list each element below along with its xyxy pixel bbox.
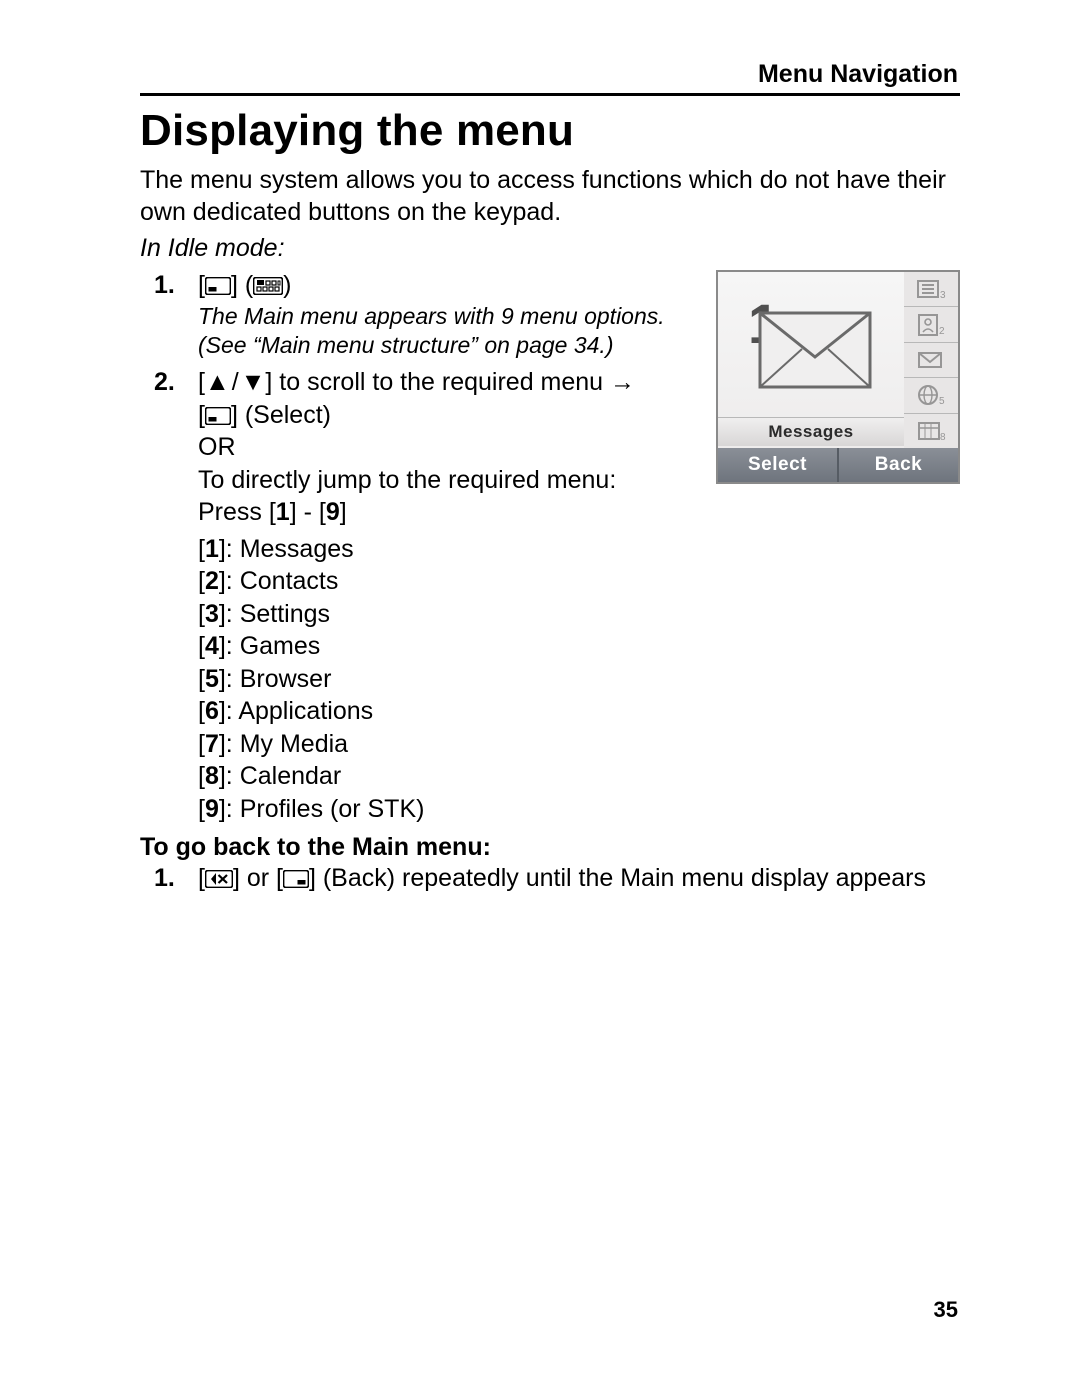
phone-thumb-calendar-icon: 8 bbox=[904, 414, 958, 448]
go-back-heading: To go back to the Main menu: bbox=[140, 833, 960, 862]
section-label: Menu Navigation bbox=[140, 60, 960, 89]
step-list-back: [ ] or [ ] (Back) repeatedly until the M… bbox=[140, 862, 960, 895]
go-back-step-1: [ ] or [ ] (Back) repeatedly until the M… bbox=[140, 862, 960, 895]
step-2-scroll-tail: ] to scroll to the required menu bbox=[265, 368, 610, 396]
step-2-press-range: Press [1] - [9] bbox=[198, 496, 758, 529]
phone-screenshot: 1 Messages 3 2 bbox=[716, 270, 960, 484]
step-2-scroll: [▲/▼] to scroll to the required menu → bbox=[198, 366, 758, 399]
menu-item-7: [7]: My Media bbox=[198, 728, 758, 761]
page-title: Displaying the menu bbox=[140, 106, 960, 156]
step-2-or: OR bbox=[198, 431, 758, 464]
phone-softkey-left: Select bbox=[718, 448, 837, 482]
step-2-select-tail: ] (Select) bbox=[231, 401, 331, 429]
phone-softkey-right: Back bbox=[837, 448, 958, 482]
phone-right-column: 3 2 5 8 bbox=[904, 272, 958, 448]
menu-item-6: [6]: Applications bbox=[198, 695, 758, 728]
arrow-right-icon: → bbox=[610, 368, 635, 396]
menu-item-1: [1]: Messages bbox=[198, 533, 758, 566]
step-1-keys: [ ] ( ) bbox=[198, 271, 292, 299]
phone-highlight-label: Messages bbox=[718, 417, 904, 446]
clear-key-icon bbox=[205, 870, 233, 888]
section-rule bbox=[140, 93, 960, 96]
menu-item-3: [3]: Settings bbox=[198, 598, 758, 631]
menu-grid-icon bbox=[253, 277, 283, 295]
step-2-select: [ ] (Select) bbox=[198, 399, 758, 432]
step-2-jump: To directly jump to the required menu: bbox=[198, 464, 758, 497]
left-softkey-icon bbox=[205, 277, 231, 295]
svg-text:3: 3 bbox=[940, 290, 946, 301]
phone-thumb-contacts-icon: 2 bbox=[904, 307, 958, 342]
right-softkey-icon bbox=[283, 870, 309, 888]
nav-up-icon: ▲ bbox=[205, 368, 230, 396]
phone-thumb-settings-icon: 3 bbox=[904, 272, 958, 307]
step-2: [▲/▼] to scroll to the required menu → [… bbox=[140, 366, 758, 825]
idle-mode-label: In Idle mode: bbox=[140, 234, 960, 263]
phone-softkey-bar: Select Back bbox=[718, 448, 958, 482]
page-content: Menu Navigation Displaying the menu The … bbox=[140, 60, 960, 901]
menu-item-2: [2]: Contacts bbox=[198, 565, 758, 598]
svg-text:5: 5 bbox=[939, 396, 945, 407]
svg-text:2: 2 bbox=[939, 326, 945, 337]
menu-number-list: [1]: Messages [2]: Contacts [3]: Setting… bbox=[198, 533, 758, 826]
intro-paragraph: The menu system allows you to access fun… bbox=[140, 164, 960, 228]
envelope-icon: 1 bbox=[726, 286, 896, 406]
menu-item-5: [5]: Browser bbox=[198, 663, 758, 696]
left-softkey-icon bbox=[205, 407, 231, 425]
phone-thumb-mail-icon bbox=[904, 343, 958, 378]
step-1-note-line2: (See “Main menu structure” on page 34.) bbox=[198, 331, 758, 360]
menu-item-9: [9]: Profiles (or STK) bbox=[198, 793, 758, 826]
page-number: 35 bbox=[934, 1297, 958, 1323]
menu-item-4: [4]: Games bbox=[198, 630, 758, 663]
menu-item-8: [8]: Calendar bbox=[198, 760, 758, 793]
step-1-note-line1: The Main menu appears with 9 menu option… bbox=[198, 302, 758, 331]
phone-thumb-browser-icon: 5 bbox=[904, 378, 958, 413]
nav-down-icon: ▼ bbox=[241, 368, 266, 396]
step-1: [ ] ( ) The M bbox=[140, 269, 758, 360]
svg-text:8: 8 bbox=[940, 432, 946, 443]
